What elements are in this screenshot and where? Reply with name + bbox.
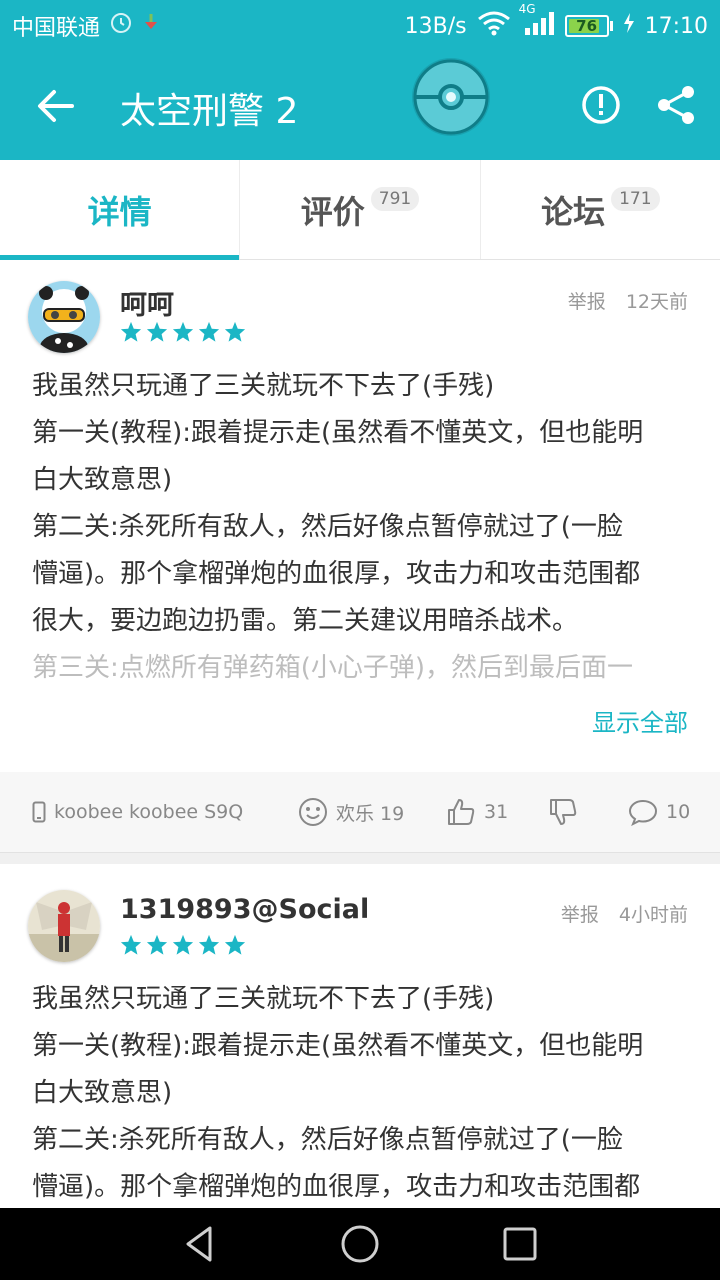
- page-title: 太空刑警 2: [120, 91, 299, 132]
- rating-stars: [120, 934, 246, 956]
- app-screen: 中国联通 13B/s 4G 76 17:10 太空刑警 2 详情 评价 791 …: [0, 0, 720, 1280]
- star-icon: [224, 321, 246, 342]
- sync-icon: [110, 12, 132, 40]
- username[interactable]: 呵呵: [120, 283, 174, 322]
- review-line: 第三关:点燃所有弹药箱(小心子弹)，然后到最后面一: [32, 653, 634, 683]
- star-icon: [120, 321, 142, 342]
- avatar[interactable]: [28, 281, 100, 353]
- nav-back-button[interactable]: [176, 1222, 224, 1266]
- review-line: 懵逼)。那个拿榴弹炮的血很厚，攻击力和攻击范围都: [32, 1172, 641, 1202]
- system-nav-bar: [0, 1208, 720, 1280]
- triangle-back-icon: [186, 1226, 212, 1262]
- review-line: 第一关(教程):跟着提示走(虽然看不懂英文，但也能明: [32, 1031, 644, 1061]
- circle-home-icon: [341, 1225, 379, 1263]
- card-divider: [0, 852, 720, 864]
- charging-icon: [623, 12, 635, 40]
- net-speed: 13B/s: [404, 13, 467, 39]
- review-time: 12天前: [625, 291, 688, 313]
- nav-recents-button[interactable]: [496, 1222, 544, 1266]
- star-icon: [120, 934, 142, 955]
- carrier-label: 中国联通: [12, 16, 101, 41]
- star-icon: [172, 934, 194, 955]
- alert-icon: [582, 86, 620, 124]
- tab-label: 论坛: [541, 192, 606, 231]
- star-icon: [198, 321, 220, 342]
- battery-icon: 76: [564, 15, 613, 37]
- comment-count: 10: [666, 801, 691, 823]
- comment-button[interactable]: 10: [628, 798, 690, 826]
- wifi-icon: [477, 10, 511, 42]
- like-count: 31: [484, 801, 509, 823]
- mood-button[interactable]: 欢乐 19: [298, 797, 404, 827]
- tab-label: 详情: [87, 192, 152, 231]
- device-name: koobee koobee S9Q: [54, 801, 244, 823]
- star-icon: [146, 321, 168, 342]
- report-link[interactable]: 举报: [561, 900, 599, 927]
- back-arrow-icon: [38, 90, 74, 122]
- phone-icon: [32, 801, 46, 823]
- star-icon: [198, 934, 220, 955]
- review-card: 呵呵 举报 12天前 我虽然只玩通了三关就玩不下去了(手残) 第一关(教程):跟…: [0, 261, 720, 853]
- signal-type-label: 4G: [518, 2, 536, 16]
- review-text[interactable]: 我虽然只玩通了三关就玩不下去了(手残) 第一关(教程):跟着提示走(虽然看不懂英…: [32, 976, 692, 1211]
- review-line: 懵逼)。那个拿榴弹炮的血很厚，攻击力和攻击范围都: [32, 559, 641, 589]
- review-card: 1319893@Social 举报 4小时前 我虽然只玩通了三关就玩不下去了(手…: [0, 864, 720, 1208]
- review-line: 很大，要边跑边扔雷。第二关建议用暗杀战术。: [32, 606, 579, 636]
- status-bar: 中国联通 13B/s 4G 76 17:10: [0, 0, 720, 52]
- review-line: 第二关:杀死所有敌人，然后好像点暂停就过了(一脸: [32, 512, 623, 542]
- like-button[interactable]: 31: [446, 797, 508, 827]
- dislike-button[interactable]: [548, 797, 578, 827]
- thumbs-down-icon: [550, 799, 577, 825]
- back-button[interactable]: [28, 82, 84, 130]
- review-line: 我虽然只玩通了三关就玩不下去了(手残): [32, 984, 495, 1014]
- download-icon: [142, 12, 160, 40]
- clock: 17:10: [644, 13, 708, 39]
- review-line: 第二关:杀死所有敌人，然后好像点暂停就过了(一脸: [32, 1125, 623, 1155]
- smiley-icon: [299, 798, 327, 826]
- device-info: koobee koobee S9Q: [32, 801, 243, 823]
- tab-details[interactable]: 详情: [0, 160, 241, 260]
- signal-icon: 4G: [519, 2, 555, 42]
- review-text[interactable]: 我虽然只玩通了三关就玩不下去了(手残) 第一关(教程):跟着提示走(虽然看不懂英…: [32, 363, 692, 692]
- square-recents-icon: [503, 1227, 537, 1261]
- review-line: 第一关(教程):跟着提示走(虽然看不懂英文，但也能明: [32, 418, 644, 448]
- review-footer: koobee koobee S9Q 欢乐 19 31 10: [0, 772, 720, 852]
- nav-home-button[interactable]: [336, 1222, 384, 1266]
- username[interactable]: 1319893@Social: [120, 894, 369, 925]
- avatar[interactable]: [28, 890, 100, 962]
- mood-label: 欢乐 19: [336, 802, 405, 825]
- tab-forum[interactable]: 论坛 171: [481, 160, 720, 259]
- report-link[interactable]: 举报: [568, 287, 606, 314]
- review-line: 我虽然只玩通了三关就玩不下去了(手残): [32, 371, 495, 401]
- thumbs-up-icon: [448, 799, 475, 825]
- share-icon: [658, 86, 694, 124]
- tab-count-badge: 791: [370, 186, 420, 211]
- comment-icon: [628, 799, 658, 826]
- star-icon: [172, 321, 194, 342]
- star-icon: [224, 934, 246, 955]
- battery-level: 76: [576, 17, 598, 35]
- tab-count-badge: 171: [611, 186, 660, 211]
- show-all-link[interactable]: 显示全部: [592, 703, 688, 738]
- report-button[interactable]: [578, 82, 624, 128]
- review-line: 白大致意思): [32, 1078, 173, 1108]
- review-line: 白大致意思): [32, 465, 173, 495]
- share-button[interactable]: [654, 82, 700, 128]
- tab-bar: 详情 评价 791 论坛 171: [0, 160, 720, 260]
- star-icon: [146, 934, 168, 955]
- tab-reviews[interactable]: 评价 791: [240, 160, 481, 259]
- review-time: 4小时前: [618, 904, 688, 926]
- app-bar: 太空刑警 2: [0, 52, 720, 160]
- rating-stars: [120, 321, 246, 343]
- app-logo: [410, 56, 492, 138]
- tab-label: 评价: [300, 192, 365, 231]
